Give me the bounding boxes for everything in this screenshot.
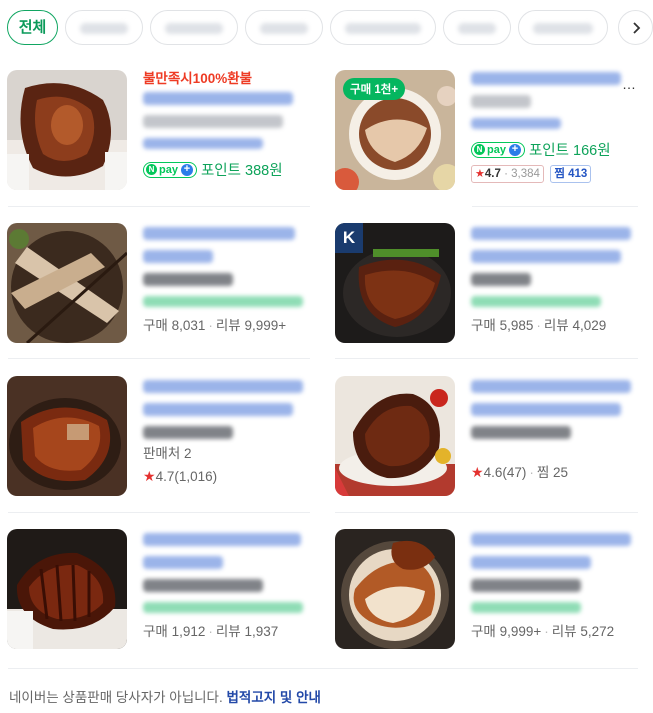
rating-meta: ★4.7(1,016) [143,468,218,484]
brand-logo-badge: K [335,223,363,253]
point-reward: 포인트 388원 [200,163,283,179]
blurred-price [471,95,531,108]
blurred-product-title[interactable] [143,403,293,416]
product-card[interactable]: 구매 1천+ Npay + 포인트 166원 ★4.7 · 3,384 찜 413 [335,70,645,195]
product-card[interactable]: ★4.6(47) · 찜 25 [335,376,645,501]
blurred-product-title[interactable] [471,72,621,85]
product-thumbnail[interactable] [335,376,455,496]
blurred-product-title[interactable] [471,250,621,263]
row-divider [8,206,310,207]
purchase-count-badge: 구매 1천+ [343,78,406,100]
product-thumbnail[interactable] [7,376,127,496]
product-thumbnail[interactable] [335,529,455,649]
blurred-product-title[interactable] [471,380,631,393]
row-divider [472,206,638,207]
blurred-product-title[interactable] [143,250,213,263]
blurred-price [143,426,233,439]
refund-promo-label: 불만족시100%환불 [143,71,253,86]
row-divider [8,358,310,359]
product-thumbnail[interactable]: 구매 1천+ [335,70,455,190]
star-icon: ★ [475,168,485,180]
product-info: Npay + 포인트 166원 ★4.7 · 3,384 찜 413 [471,70,641,183]
naver-n-icon: N [146,164,157,175]
product-thumbnail[interactable] [7,529,127,649]
legal-notice-link[interactable]: 법적고지 및 안내 [227,690,321,705]
blurred-price [471,426,571,439]
blurred-price [143,579,263,592]
product-card[interactable]: 구매 1,912 · 리뷰 1,937 [7,529,317,654]
blurred-shipping [471,296,601,307]
purchase-review-meta: 구매 8,031 · 리뷰 9,999+ [143,318,287,333]
product-info: ★4.6(47) · 찜 25 [471,376,641,482]
point-reward: 포인트 166원 [528,143,611,159]
blurred-product-title[interactable] [471,556,591,569]
blurred-product-title[interactable] [143,533,301,546]
blurred-product-title[interactable] [471,403,621,416]
footer-disclaimer: 네이버는 상품판매 당사자가 아닙니다. 법적고지 및 안내 [9,690,321,705]
npay-badge: Npay + [471,141,525,158]
blurred-product-title[interactable] [471,227,631,240]
naver-n-icon: N [474,144,485,155]
product-info: 구매 1,912 · 리뷰 1,937 [143,529,313,641]
row-divider [335,358,638,359]
filter-chip[interactable] [65,10,143,45]
blurred-product-title[interactable] [143,92,293,105]
row-divider [335,512,638,513]
product-thumbnail[interactable]: K [335,223,455,343]
zzim-box: 찜 413 [550,165,592,183]
product-info: 구매 9,999+ · 리뷰 5,272 [471,529,641,641]
rating-meta: ★4.6(47) · 찜 25 [471,464,569,480]
star-icon: ★ [471,464,484,480]
blurred-option [471,118,561,129]
section-divider [8,668,638,669]
product-info: 판매처 2 ★4.7(1,016) [143,376,313,486]
chip-scroll-next-button[interactable] [618,10,653,45]
purchase-review-meta: 구매 5,985 · 리뷰 4,029 [471,318,607,333]
filter-chip-bar: 전체 [0,8,653,48]
product-card[interactable]: 구매 8,031 · 리뷰 9,999+ [7,223,317,348]
blurred-product-title[interactable] [143,556,223,569]
product-info: 구매 8,031 · 리뷰 9,999+ [143,223,313,335]
filter-chip[interactable] [518,10,608,45]
rating-box: ★4.7 · 3,384 [471,165,544,183]
blurred-shipping [471,602,581,613]
purchase-review-meta: 구매 9,999+ · 리뷰 5,272 [471,624,615,639]
blurred-product-title[interactable] [143,227,295,240]
blurred-price [143,273,233,286]
filter-chip[interactable] [245,10,323,45]
blurred-price [471,579,581,592]
product-info: 불만족시100%환불 Npay + 포인트 388원 [143,70,313,180]
product-card[interactable]: 구매 9,999+ · 리뷰 5,272 [335,529,645,654]
npay-badge: Npay + [143,161,197,178]
chevron-right-icon [633,22,641,34]
filter-chip-all[interactable]: 전체 [7,10,58,45]
product-card[interactable]: 판매처 2 ★4.7(1,016) [7,376,317,501]
product-thumbnail[interactable] [7,223,127,343]
blurred-shipping [143,602,303,613]
product-card[interactable]: 불만족시100%환불 Npay + 포인트 388원 [7,70,317,195]
plus-icon: + [508,143,521,156]
product-info: 구매 5,985 · 리뷰 4,029 [471,223,641,335]
product-card[interactable]: K 구매 5,985 · 리뷰 4,029 [335,223,645,348]
blurred-option [143,138,263,149]
product-thumbnail[interactable] [7,70,127,190]
blurred-price [143,115,283,128]
seller-count: 판매처 2 [143,446,192,461]
blurred-product-title[interactable] [471,533,631,546]
star-icon: ★ [143,468,156,484]
more-options-icon[interactable]: … [622,76,636,92]
filter-chip[interactable] [330,10,436,45]
purchase-review-meta: 구매 1,912 · 리뷰 1,937 [143,624,279,639]
blurred-shipping [143,296,303,307]
filter-chip[interactable] [443,10,511,45]
blurred-product-title[interactable] [143,380,303,393]
blurred-price [471,273,531,286]
row-divider [8,512,310,513]
filter-chip[interactable] [150,10,238,45]
plus-icon: + [180,163,193,176]
